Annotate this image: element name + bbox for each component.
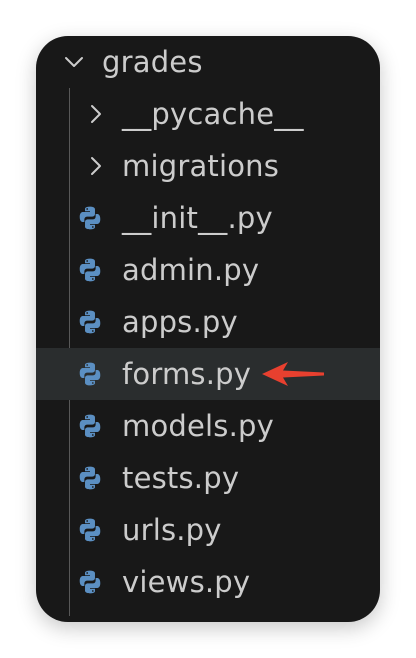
python-file-icon <box>79 310 101 334</box>
file-row-tests[interactable]: tests.py <box>36 452 380 504</box>
python-file-icon <box>79 206 101 230</box>
python-file-icon <box>79 362 101 386</box>
python-file-icon <box>79 466 101 490</box>
folder-label-pycache: __pycache__ <box>122 97 304 131</box>
folder-row-migrations[interactable]: migrations <box>36 140 380 192</box>
file-row-models[interactable]: models.py <box>36 400 380 452</box>
folder-row-grades[interactable]: grades <box>36 36 380 88</box>
file-row-views[interactable]: views.py <box>36 556 380 608</box>
chevron-right-icon <box>91 157 101 175</box>
file-label-tests: tests.py <box>122 461 240 495</box>
folder-label-grades: grades <box>102 45 203 79</box>
file-row-apps[interactable]: apps.py <box>36 296 380 348</box>
file-row-init[interactable]: __init__.py <box>36 192 380 244</box>
file-explorer-panel: grades __pycache__ migrations __init__.p… <box>36 36 380 622</box>
chevron-right-icon <box>91 105 101 123</box>
python-file-icon <box>79 414 101 438</box>
file-row-forms[interactable]: forms.py <box>36 348 380 400</box>
python-file-icon <box>79 258 101 282</box>
python-file-icon <box>79 570 101 594</box>
file-row-admin[interactable]: admin.py <box>36 244 380 296</box>
python-file-icon <box>79 518 101 542</box>
file-label-apps: apps.py <box>122 305 238 339</box>
folder-label-migrations: migrations <box>122 149 280 183</box>
file-label-models: models.py <box>122 409 274 443</box>
chevron-down-icon <box>65 57 83 67</box>
file-label-views: views.py <box>122 565 251 599</box>
file-label-urls: urls.py <box>122 513 222 547</box>
red-arrow-left-icon <box>262 362 324 386</box>
file-label-admin: admin.py <box>122 253 260 287</box>
file-label-init: __init__.py <box>122 201 273 235</box>
folder-row-pycache[interactable]: __pycache__ <box>36 88 380 140</box>
file-row-urls[interactable]: urls.py <box>36 504 380 556</box>
file-label-forms: forms.py <box>122 357 252 391</box>
